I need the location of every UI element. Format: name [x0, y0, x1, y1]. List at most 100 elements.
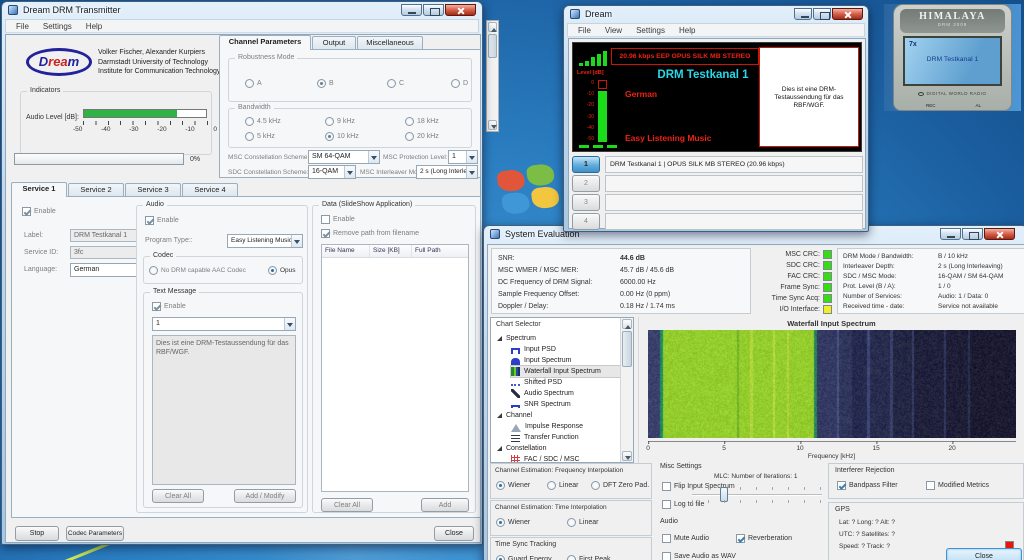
- reverberation-checkbox[interactable]: Reverberation: [736, 534, 792, 543]
- service-field-4[interactable]: [605, 213, 863, 230]
- robustness-c-radio[interactable]: C: [387, 79, 404, 88]
- maximize-button[interactable]: [813, 8, 831, 20]
- remove-path-checkbox[interactable]: Remove path from filename: [321, 229, 419, 238]
- text-message-textarea[interactable]: Dies ist eine DRM-Testaussendung für das…: [152, 335, 296, 485]
- menu-help[interactable]: Help: [79, 20, 109, 32]
- menu-settings[interactable]: Settings: [36, 20, 79, 32]
- stop-button[interactable]: Stop: [15, 526, 59, 541]
- close-button[interactable]: [832, 8, 863, 20]
- freq-dft-radio[interactable]: DFT Zero Pad.: [591, 481, 649, 490]
- bandwidth-18-radio[interactable]: 18 kHz: [405, 117, 439, 126]
- service-button-1[interactable]: 1: [572, 156, 600, 173]
- expand-icon[interactable]: [497, 336, 502, 341]
- data-add-button[interactable]: Add: [421, 498, 469, 512]
- robustness-d-radio[interactable]: D: [451, 79, 468, 88]
- scrollbar-thumb[interactable]: [488, 34, 497, 58]
- msc-protection-combo[interactable]: 1: [448, 150, 478, 164]
- tree-item-input-spectrum[interactable]: Input Spectrum: [511, 355, 571, 366]
- text-message-clear-all-button[interactable]: Clear All: [152, 489, 204, 503]
- bandwidth-45-radio[interactable]: 4.5 kHz: [245, 117, 281, 126]
- file-table[interactable]: File Name Size [KB] Full Path: [321, 244, 469, 492]
- freq-linear-radio[interactable]: Linear: [547, 481, 578, 490]
- freq-wiener-radio[interactable]: Wiener: [496, 481, 530, 490]
- msc-constellation-combo[interactable]: SM 64-QAM: [308, 150, 380, 164]
- expand-icon[interactable]: [497, 413, 502, 418]
- bandpass-filter-checkbox[interactable]: Bandpass Filter: [837, 481, 898, 490]
- column-full-path[interactable]: Full Path: [412, 245, 441, 257]
- guard-energy-radio[interactable]: Guard Energy: [496, 555, 552, 560]
- time-wiener-radio[interactable]: Wiener: [496, 518, 530, 527]
- transmitter-titlebar[interactable]: Dream DRM Transmitter: [2, 2, 482, 19]
- scroll-up-icon[interactable]: [488, 22, 497, 32]
- minimize-button[interactable]: [401, 4, 422, 16]
- minimize-button[interactable]: [794, 8, 812, 20]
- bandwidth-10-radio[interactable]: 10 kHz: [325, 132, 359, 141]
- service-field-2[interactable]: [605, 175, 863, 192]
- tab-miscellaneous[interactable]: Miscellaneous: [357, 36, 423, 49]
- bandwidth-9-radio[interactable]: 9 kHz: [325, 117, 355, 126]
- service-field-3[interactable]: [605, 194, 863, 211]
- robustness-a-radio[interactable]: A: [245, 79, 262, 88]
- minimize-button[interactable]: [940, 228, 961, 240]
- tree-section-constellation[interactable]: Constellation: [494, 443, 546, 454]
- maximize-button[interactable]: [962, 228, 983, 240]
- mlc-slider-track[interactable]: [692, 494, 822, 496]
- robustness-b-radio[interactable]: B: [317, 79, 334, 88]
- tree-item-input-psd[interactable]: Input PSD: [511, 344, 556, 355]
- mute-audio-checkbox[interactable]: Mute Audio: [662, 534, 709, 543]
- codec-aac-radio[interactable]: No DRM capable AAC Codec: [149, 266, 246, 275]
- menu-file[interactable]: File: [9, 20, 36, 32]
- tree-item-snr-spectrum[interactable]: SNR Spectrum: [511, 399, 571, 410]
- service-button-2[interactable]: 2: [572, 175, 600, 192]
- msc-interleaver-combo[interactable]: 2 s (Long Interleav: [416, 165, 478, 179]
- tree-item-impulse-response[interactable]: Impulse Response: [511, 421, 583, 432]
- menu-settings[interactable]: Settings: [629, 24, 672, 36]
- tree-item-fac-sdc-msc[interactable]: FAC / SDC / MSC: [511, 454, 580, 463]
- text-message-add-modify-button[interactable]: Add / Modify: [234, 489, 296, 503]
- background-window-scrollbar[interactable]: [486, 20, 499, 132]
- text-message-selector[interactable]: 1: [152, 317, 296, 331]
- service-field-1[interactable]: DRM Testkanal 1 | OPUS SILK MB STEREO (2…: [605, 156, 863, 173]
- close-button[interactable]: [984, 228, 1015, 240]
- scroll-up-icon[interactable]: [622, 319, 632, 329]
- close-button[interactable]: [445, 4, 476, 16]
- tree-item-shifted-psd[interactable]: Shifted PSD: [511, 377, 562, 388]
- expand-icon[interactable]: [497, 446, 502, 451]
- service-button-4[interactable]: 4: [572, 213, 600, 230]
- audio-enable-checkbox[interactable]: Enable: [145, 216, 179, 225]
- maximize-button[interactable]: [423, 4, 444, 16]
- chart-selector-scrollbar[interactable]: [620, 318, 633, 462]
- first-peak-radio[interactable]: First Peak: [567, 555, 611, 560]
- menu-view[interactable]: View: [598, 24, 629, 36]
- tree-item-transfer-function[interactable]: Transfer Function: [511, 432, 579, 443]
- tab-service-4[interactable]: Service 4: [182, 183, 238, 196]
- bandwidth-5-radio[interactable]: 5 kHz: [245, 132, 275, 141]
- tree-section-spectrum[interactable]: Spectrum: [494, 333, 536, 344]
- sdc-constellation-combo[interactable]: 16-QAM: [308, 165, 356, 179]
- transmitter-close-button[interactable]: Close: [434, 526, 474, 541]
- column-size[interactable]: Size [KB]: [370, 245, 412, 257]
- text-message-enable-checkbox[interactable]: Enable: [152, 302, 186, 311]
- time-linear-radio[interactable]: Linear: [567, 518, 598, 527]
- tab-output[interactable]: Output: [312, 36, 356, 49]
- menu-help[interactable]: Help: [672, 24, 702, 36]
- tree-item-waterfall-input-spectrum[interactable]: Waterfall Input Spectrum: [511, 366, 634, 377]
- codec-opus-radio[interactable]: Opus: [268, 266, 296, 275]
- modified-metrics-checkbox[interactable]: Modified Metrics: [926, 481, 989, 490]
- column-file-name[interactable]: File Name: [322, 245, 370, 257]
- tab-channel-parameters[interactable]: Channel Parameters: [219, 35, 311, 50]
- tab-service-3[interactable]: Service 3: [125, 183, 181, 196]
- scroll-down-icon[interactable]: [622, 451, 632, 461]
- bandwidth-20-radio[interactable]: 20 kHz: [405, 132, 439, 141]
- program-type-combo[interactable]: Easy Listening Music: [227, 234, 303, 248]
- service-enable-checkbox[interactable]: Enable: [22, 207, 56, 216]
- tab-service-1[interactable]: Service 1: [11, 182, 67, 197]
- system-evaluation-close-button[interactable]: Close: [946, 548, 1022, 560]
- data-enable-checkbox[interactable]: Enable: [321, 215, 355, 224]
- tree-item-audio-spectrum[interactable]: Audio Spectrum: [511, 388, 574, 399]
- scroll-down-icon[interactable]: [488, 120, 497, 130]
- save-audio-wav-checkbox[interactable]: Save Audio as WAV: [662, 552, 736, 560]
- receiver-titlebar[interactable]: Dream: [564, 6, 868, 23]
- service-button-3[interactable]: 3: [572, 194, 600, 211]
- scrollbar-thumb[interactable]: [622, 331, 632, 367]
